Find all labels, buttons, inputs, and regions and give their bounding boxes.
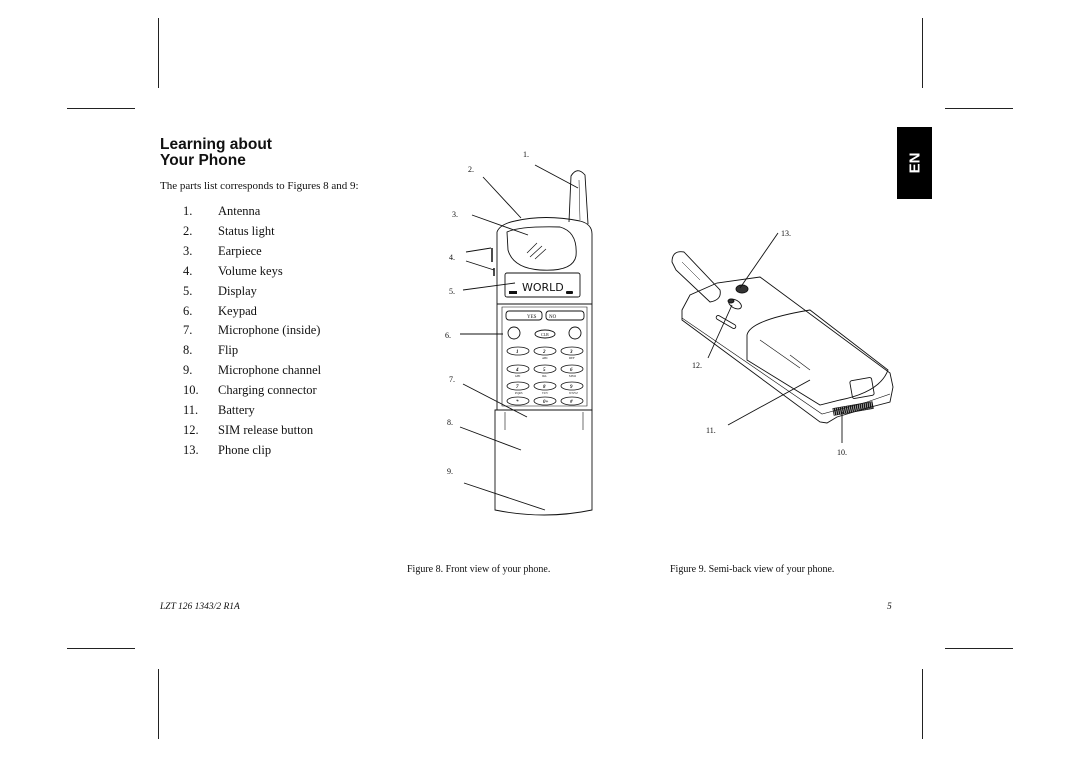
key-label: 9 bbox=[570, 385, 573, 390]
page-number: 5 bbox=[887, 602, 892, 612]
svg-text:6.: 6. bbox=[445, 331, 451, 340]
svg-text:NO: NO bbox=[549, 315, 557, 320]
svg-text:4.: 4. bbox=[449, 253, 455, 262]
key-letters: PQRS bbox=[515, 391, 523, 395]
back-phone-illustration: 13. 12. 11. 10. bbox=[671, 229, 894, 457]
key-letters: MNO bbox=[569, 374, 577, 378]
key-label: 8 bbox=[543, 385, 546, 390]
svg-text:CLR: CLR bbox=[541, 332, 549, 337]
key-label: 4 bbox=[515, 368, 519, 373]
key-letters: TUV bbox=[542, 391, 549, 395]
svg-text:1.: 1. bbox=[523, 150, 529, 159]
key-letters: JKL bbox=[542, 374, 547, 378]
svg-text:YES: YES bbox=[527, 315, 537, 320]
svg-text:9.: 9. bbox=[447, 467, 453, 476]
key-letters: GHI bbox=[515, 374, 520, 378]
key-label: 2 bbox=[542, 350, 546, 355]
key-label: # bbox=[569, 400, 573, 405]
key-letters: ABC bbox=[542, 356, 548, 360]
svg-text:8.: 8. bbox=[447, 418, 453, 427]
key-label: 7 bbox=[516, 385, 519, 390]
svg-text:3.: 3. bbox=[452, 210, 458, 219]
key-letters: WXYZ bbox=[569, 391, 578, 395]
key-label: 5 bbox=[543, 368, 546, 373]
svg-text:10.: 10. bbox=[837, 448, 847, 457]
key-label: 6 bbox=[570, 368, 573, 373]
svg-text:12.: 12. bbox=[692, 361, 702, 370]
document-id: LZT 126 1343/2 R1A bbox=[160, 602, 240, 612]
figure8-caption: Figure 8. Front view of your phone. bbox=[407, 564, 551, 575]
svg-text:5.: 5. bbox=[449, 287, 455, 296]
front-phone-illustration: WORLD YES NO CLR 1 2ABC 3DEF 4GHI 5JKL 6MNO 7P… bbox=[445, 150, 593, 516]
figure9-caption: Figure 9. Semi-back view of your phone. bbox=[670, 564, 835, 575]
svg-text:11.: 11. bbox=[706, 426, 716, 435]
key-label: 3 bbox=[569, 350, 573, 355]
key-label: 0+ bbox=[543, 400, 549, 405]
key-label: 1 bbox=[516, 350, 519, 355]
key-letters: DEF bbox=[569, 356, 575, 360]
figures: WORLD YES NO CLR 1 2ABC 3DEF 4GHI 5JKL 6MNO 7P… bbox=[445, 150, 894, 516]
key-label: * bbox=[516, 400, 519, 405]
svg-text:13.: 13. bbox=[781, 229, 791, 238]
svg-text:7.: 7. bbox=[449, 375, 455, 384]
svg-text:2.: 2. bbox=[468, 165, 474, 174]
svg-text:WORLD: WORLD bbox=[522, 281, 564, 294]
